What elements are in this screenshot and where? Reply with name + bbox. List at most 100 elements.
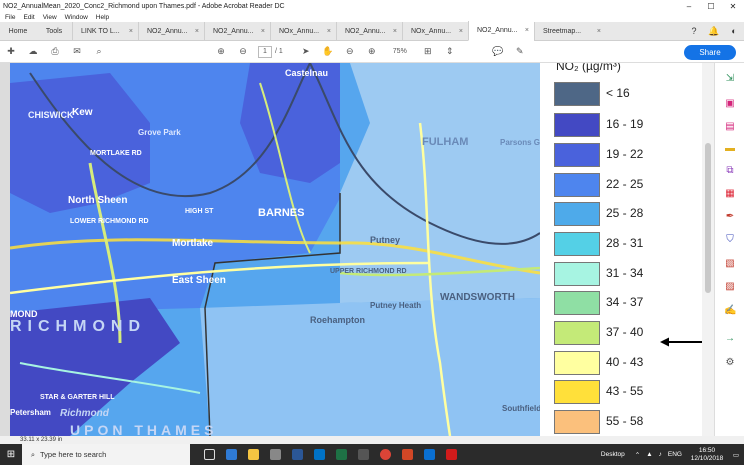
zoom-level-select[interactable]: 75% bbox=[383, 46, 417, 58]
scrollbar-thumb[interactable] bbox=[705, 143, 711, 293]
share-button[interactable]: Share bbox=[684, 45, 736, 60]
tools-link[interactable]: Tools bbox=[36, 28, 72, 35]
legend-item: 16 - 19 bbox=[554, 113, 704, 137]
scrolling-mode-icon[interactable]: ⇕ bbox=[439, 46, 461, 57]
document-viewer[interactable]: CHISWICK Castelnau Kew Grove Park North … bbox=[0, 63, 714, 436]
email-icon[interactable]: ✉ bbox=[66, 46, 88, 57]
tab-close-icon[interactable]: × bbox=[459, 22, 463, 41]
hand-tool-icon[interactable]: ✋ bbox=[317, 46, 339, 57]
tab-document[interactable]: NO2_Annu... × bbox=[204, 21, 270, 41]
chrome-icon[interactable] bbox=[374, 444, 396, 465]
send-arrow-icon[interactable]: → bbox=[724, 333, 736, 345]
send-for-review-icon[interactable]: ▧ bbox=[724, 258, 736, 270]
protect-shield-icon[interactable]: ⛉ bbox=[724, 234, 736, 246]
comment-icon[interactable]: 💬 bbox=[487, 46, 509, 57]
network-icon[interactable]: ▲ bbox=[646, 451, 652, 458]
place-label: STAR & GARTER HILL bbox=[40, 394, 115, 401]
store-icon[interactable] bbox=[264, 444, 286, 465]
close-window-button[interactable]: ✕ bbox=[722, 2, 744, 11]
upload-cloud-icon[interactable]: ☁ bbox=[22, 46, 44, 57]
map-legend: NO₂ (µg/m³) < 16 16 - 19 19 - 22 22 - 25… bbox=[540, 63, 702, 436]
previous-page-icon[interactable]: ⊕ bbox=[210, 46, 232, 57]
comment-icon[interactable]: ▬ bbox=[724, 143, 736, 155]
tab-close-icon[interactable]: × bbox=[129, 22, 133, 41]
keyboard-language[interactable]: ENG bbox=[668, 451, 682, 458]
tab-close-icon[interactable]: × bbox=[327, 22, 331, 41]
pdf-file-icon[interactable]: ▨ bbox=[724, 281, 736, 293]
menu-help[interactable]: Help bbox=[96, 14, 109, 21]
action-center-icon[interactable]: ▭ bbox=[728, 451, 744, 459]
fill-sign-icon[interactable]: ✒ bbox=[724, 211, 736, 223]
calculator-icon[interactable] bbox=[352, 444, 374, 465]
volume-icon[interactable]: ♪ bbox=[659, 451, 662, 458]
zoom-out-icon[interactable]: ⊖ bbox=[339, 46, 361, 57]
export-pdf-icon[interactable]: ⇲ bbox=[724, 73, 736, 85]
clock[interactable]: 16:50 12/10/2018 bbox=[686, 447, 728, 463]
select-tool-icon[interactable]: ➤ bbox=[295, 46, 317, 57]
tab-document[interactable]: Streetmap... × bbox=[534, 21, 606, 41]
organize-pages-icon[interactable]: ▦ bbox=[724, 188, 736, 200]
pen-icon[interactable]: ✎ bbox=[509, 46, 531, 57]
maximize-button[interactable]: ☐ bbox=[700, 2, 722, 11]
tab-document-active[interactable]: NO2_Annu... × bbox=[468, 21, 534, 41]
menu-file[interactable]: File bbox=[5, 14, 15, 21]
home-link[interactable]: Home bbox=[0, 28, 36, 35]
place-label: Kew bbox=[72, 107, 93, 118]
create-pdf-icon[interactable]: ✚ bbox=[0, 46, 22, 57]
edge-icon[interactable] bbox=[220, 444, 242, 465]
legend-label: 28 - 31 bbox=[606, 236, 644, 250]
edit-pdf-icon[interactable]: ▤ bbox=[724, 121, 736, 133]
file-explorer-icon[interactable] bbox=[242, 444, 264, 465]
fit-page-icon[interactable]: ⊞ bbox=[417, 46, 439, 57]
place-label: East Sheen bbox=[172, 275, 226, 286]
help-icon[interactable]: ? bbox=[684, 26, 704, 36]
outlook-icon[interactable] bbox=[308, 444, 330, 465]
pen-sign-icon[interactable]: ✍ bbox=[724, 305, 736, 317]
tray-chevron-icon[interactable]: ⌃ bbox=[635, 451, 640, 459]
taskbar-search[interactable]: ⌕ Type here to search bbox=[22, 444, 190, 465]
print-icon[interactable]: ⎙ bbox=[44, 46, 66, 57]
more-tools-icon[interactable]: ⚙ bbox=[724, 357, 736, 369]
page-number-input[interactable]: 1 bbox=[258, 45, 272, 58]
legend-label: 31 - 34 bbox=[606, 266, 644, 280]
onedrive-icon[interactable] bbox=[418, 444, 440, 465]
menu-view[interactable]: View bbox=[43, 14, 57, 21]
legend-item: 43 - 55 bbox=[554, 380, 704, 404]
tab-document[interactable]: NOx_Annu... × bbox=[270, 21, 336, 41]
combine-files-icon[interactable]: ⧉ bbox=[724, 165, 736, 177]
tab-close-icon[interactable]: × bbox=[525, 21, 529, 40]
tab-document[interactable]: NO2_Annu... × bbox=[138, 21, 204, 41]
vertical-scrollbar[interactable] bbox=[702, 63, 714, 436]
tab-close-icon[interactable]: × bbox=[195, 22, 199, 41]
excel-icon[interactable] bbox=[330, 444, 352, 465]
place-label: Putney Heath bbox=[370, 301, 421, 310]
next-page-icon[interactable]: ⊖ bbox=[232, 46, 254, 57]
windows-start-icon[interactable]: ⊞ bbox=[0, 449, 22, 460]
tab-document[interactable]: NO2_Annu... × bbox=[336, 21, 402, 41]
tab-close-icon[interactable]: × bbox=[597, 22, 601, 41]
minimize-button[interactable]: – bbox=[678, 2, 700, 11]
menu-edit[interactable]: Edit bbox=[23, 14, 34, 21]
task-view-icon[interactable] bbox=[198, 444, 220, 465]
word-icon[interactable] bbox=[286, 444, 308, 465]
legend-label: < 16 bbox=[606, 86, 630, 100]
tab-label: NOx_Annu... bbox=[411, 27, 452, 35]
legend-label: 25 - 28 bbox=[606, 206, 644, 220]
tab-close-icon[interactable]: × bbox=[261, 22, 265, 41]
zoom-in-icon[interactable]: ⊕ bbox=[361, 46, 383, 57]
tab-label: Streetmap... bbox=[543, 27, 582, 35]
powerpoint-icon[interactable] bbox=[396, 444, 418, 465]
menu-window[interactable]: Window bbox=[65, 14, 88, 21]
status-bar: 33.11 x 23.39 in bbox=[0, 436, 744, 444]
tab-close-icon[interactable]: × bbox=[393, 22, 397, 41]
tab-document[interactable]: NOx_Annu... × bbox=[402, 21, 468, 41]
acrobat-icon[interactable] bbox=[440, 444, 462, 465]
road-label: UPPER RICHMOND RD bbox=[330, 268, 407, 275]
desktop-toolbar[interactable]: Desktop bbox=[601, 451, 625, 458]
search-icon[interactable]: ⌕ bbox=[88, 46, 110, 57]
signin-icon[interactable]: ◐ bbox=[724, 26, 744, 36]
tab-document[interactable]: LINK TO L... × bbox=[72, 21, 138, 41]
create-pdf-icon[interactable]: ▣ bbox=[724, 98, 736, 110]
notifications-icon[interactable]: 🔔 bbox=[704, 26, 724, 37]
legend-item: 55 - 58 bbox=[554, 410, 704, 434]
